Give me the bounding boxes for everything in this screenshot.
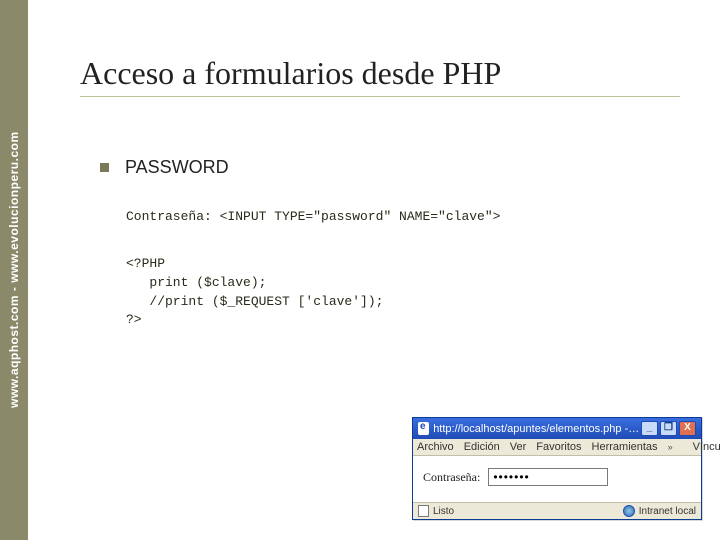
chevron-right-icon[interactable]: » (668, 442, 673, 452)
security-zone-text: Intranet local (639, 506, 696, 517)
menu-file[interactable]: Archivo (417, 441, 454, 453)
sidebar-text: www.aqphost.com - www.evolucionperu.com (7, 132, 21, 409)
browser-title-text: http://localhost/apuntes/elementos.php -… (433, 423, 641, 435)
intranet-icon (623, 505, 635, 517)
password-input[interactable]: ••••••• (488, 468, 608, 486)
close-button[interactable]: X (679, 421, 696, 436)
browser-window: http://localhost/apuntes/elementos.php -… (412, 417, 702, 520)
menu-edit[interactable]: Edición (464, 441, 500, 453)
browser-menubar: Archivo Edición Ver Favoritos Herramient… (413, 439, 701, 456)
bullet-text: PASSWORD (125, 157, 229, 178)
browser-page: Contraseña: ••••••• (413, 456, 701, 502)
maximize-button[interactable]: ❐ (660, 421, 677, 436)
bullet-square-icon (100, 163, 109, 172)
password-label: Contraseña: (423, 470, 480, 485)
password-masked-value: ••••••• (493, 470, 529, 484)
menu-tools[interactable]: Herramientas (592, 441, 658, 453)
sidebar-branding: www.aqphost.com - www.evolucionperu.com (0, 0, 28, 540)
ie-icon (418, 422, 429, 435)
code-block-php: <?PHP print ($clave); //print ($_REQUEST… (126, 255, 680, 330)
bullet-row: PASSWORD (100, 157, 680, 178)
minimize-button[interactable]: _ (641, 421, 658, 436)
browser-statusbar: Listo Intranet local (413, 502, 701, 519)
window-controls: _ ❐ X (641, 421, 696, 436)
menu-links[interactable]: Vínculos (693, 441, 720, 453)
status-text: Listo (433, 506, 454, 517)
menu-favorites[interactable]: Favoritos (536, 441, 581, 453)
code-block-html: Contraseña: <INPUT TYPE="password" NAME=… (126, 208, 680, 227)
menu-view[interactable]: Ver (510, 441, 527, 453)
document-icon (418, 505, 429, 517)
slide-title: Acceso a formularios desde PHP (80, 55, 680, 97)
browser-titlebar: http://localhost/apuntes/elementos.php -… (413, 418, 701, 439)
slide-content: Acceso a formularios desde PHP PASSWORD … (80, 55, 680, 358)
